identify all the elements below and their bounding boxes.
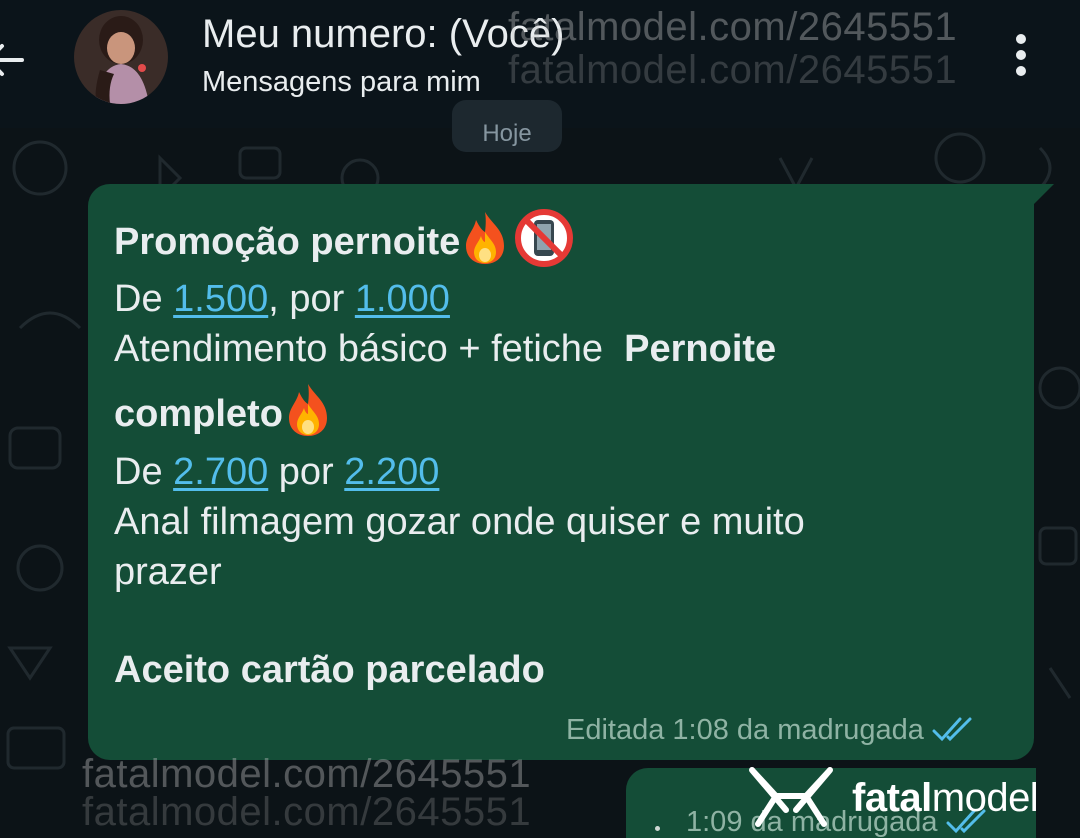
watermark-bottom-shadow: fatalmodel.com/2645551 bbox=[82, 790, 532, 834]
message-line-extra-2: prazer bbox=[114, 551, 222, 593]
message-line-price-2: De 2.700 por 2.200 bbox=[114, 451, 439, 494]
message-line-payment: Aceito cartão parcelado bbox=[114, 649, 545, 691]
message-line-extra-1: Anal filmagem gozar onde quiser e muito bbox=[114, 501, 805, 543]
fire-icon bbox=[466, 212, 505, 264]
message-line-service: Atendimento básico + fetiche Pernoite bbox=[114, 328, 776, 371]
message-line-price-1: De 1.500, por 1.000 bbox=[114, 278, 450, 321]
price2-prefix: De bbox=[114, 451, 174, 493]
bubble2-dot bbox=[655, 826, 660, 831]
arrow-left-icon[interactable] bbox=[0, 38, 26, 82]
phone-link-1000[interactable]: 1.000 bbox=[355, 278, 450, 320]
contact-subtitle[interactable]: Mensagens para mim bbox=[202, 66, 481, 99]
double-check-icon bbox=[932, 717, 972, 742]
message-title: Promoção pernoite bbox=[114, 221, 461, 263]
message-line-title: Promoção pernoite bbox=[114, 208, 574, 268]
brand-suffix: model bbox=[931, 776, 1039, 820]
butterfly-logo-icon bbox=[749, 767, 833, 827]
avatar-image bbox=[74, 10, 168, 104]
phone-link-2700[interactable]: 2.700 bbox=[173, 451, 268, 493]
phone-link-1500[interactable]: 1.500 bbox=[173, 278, 268, 320]
date-separator: Hoje bbox=[452, 100, 562, 152]
price-mid: , por bbox=[268, 278, 355, 320]
message-timestamp: Editada 1:08 da madrugada bbox=[566, 714, 924, 746]
chat-screen: Meu numero: (Você) Mensagens para mim fa… bbox=[0, 0, 1080, 838]
watermark-top: fatalmodel.com/2645551 bbox=[508, 5, 958, 49]
date-separator-label: Hoje bbox=[482, 120, 532, 147]
service-text: Atendimento básico + fetiche bbox=[114, 328, 625, 370]
complete-text: completo bbox=[114, 393, 283, 435]
more-vertical-icon[interactable] bbox=[1008, 32, 1034, 78]
watermark-top-shadow: fatalmodel.com/2645551 bbox=[508, 48, 958, 92]
phone-link-2200[interactable]: 2.200 bbox=[344, 451, 439, 493]
no-phone-icon bbox=[515, 209, 574, 267]
price2-mid: por bbox=[268, 451, 345, 493]
bubble-tail bbox=[1030, 184, 1054, 208]
message-line-complete: completo bbox=[114, 382, 333, 438]
price-prefix: De bbox=[114, 278, 174, 320]
message-meta: Editada 1:08 da madrugada bbox=[566, 714, 976, 747]
avatar[interactable] bbox=[74, 10, 168, 104]
brand-wordmark: fatalmodel bbox=[852, 776, 1039, 821]
fire-icon bbox=[288, 384, 327, 436]
service-bold: Pernoite bbox=[624, 328, 777, 370]
brand-prefix: fatal bbox=[852, 776, 932, 820]
